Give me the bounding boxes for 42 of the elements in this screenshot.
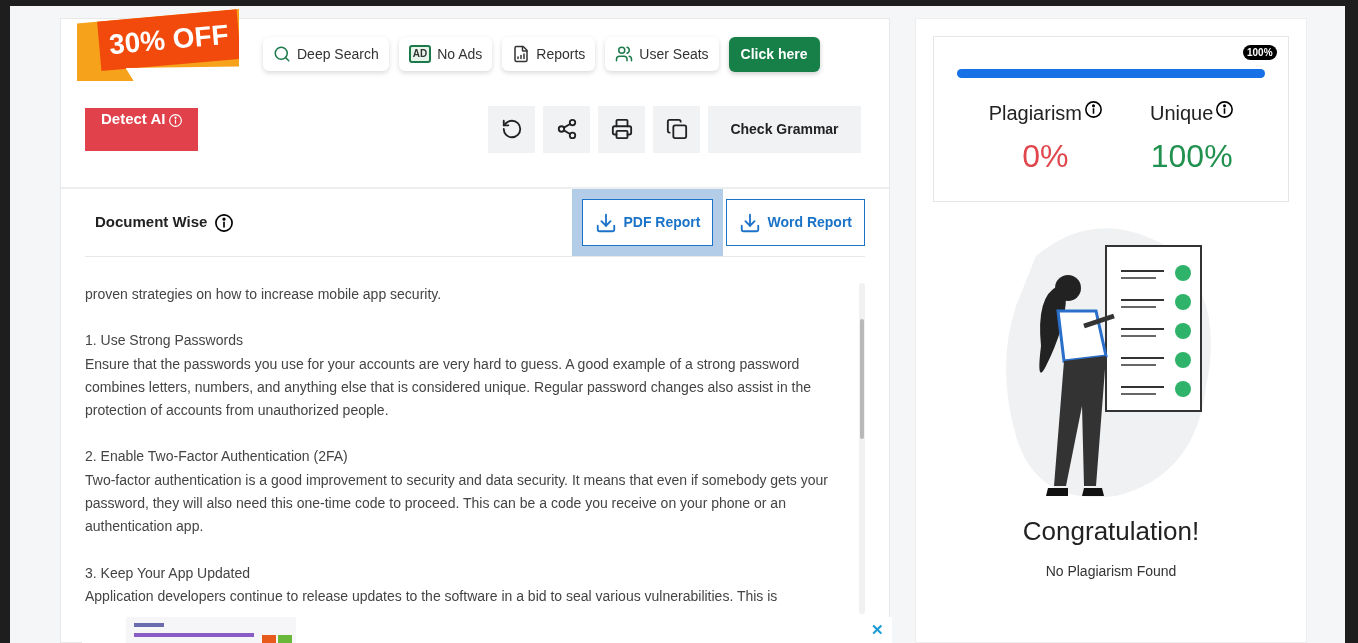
discount-ribbon[interactable]: 30% OFF bbox=[77, 9, 239, 81]
congratulation-heading: Congratulation! bbox=[1022, 515, 1200, 548]
feature-button[interactable]: User Seats bbox=[605, 37, 719, 71]
stat-label: Unique bbox=[1150, 101, 1214, 126]
download-icon bbox=[595, 211, 618, 234]
info-icon bbox=[1085, 101, 1102, 118]
tool-button[interactable] bbox=[598, 105, 645, 153]
result-message: No Plagiarism Found bbox=[1045, 562, 1177, 581]
tool-button[interactable] bbox=[653, 105, 700, 153]
scrollbar-thumb[interactable] bbox=[860, 319, 864, 439]
ad-icon: AD bbox=[408, 45, 432, 63]
tool-button[interactable] bbox=[488, 105, 535, 153]
document-paragraph: proven strategies on how to increase mobile app security. bbox=[85, 285, 443, 304]
copy-icon bbox=[665, 118, 688, 140]
stat-value: 100% bbox=[1150, 137, 1233, 176]
tool-button[interactable] bbox=[543, 105, 590, 153]
stat-label: Plagiarism bbox=[988, 101, 1082, 126]
document-paragraph: 3. Keep Your App Updated Application developers continue to release updates to the software in a bid to seal various vulnerabilities. This is bbox=[85, 563, 779, 606]
report-icon bbox=[512, 45, 531, 63]
document-title: Document Wise bbox=[95, 212, 208, 233]
info-icon bbox=[215, 213, 234, 232]
document-paragraph: 1. Use Strong Passwords Ensure that the passwords you use for your accounts are very hard to guess. A good example of a strong password combines letters, numbers, and anything else that is considered unique. Regular password changes also assist in the protection of accounts from unauthorized people. bbox=[85, 331, 813, 421]
click-here-button[interactable]: Click here bbox=[728, 37, 820, 72]
info-icon bbox=[1216, 101, 1234, 118]
reload-icon bbox=[500, 118, 523, 140]
feature-button[interactable]: Deep Search bbox=[263, 37, 389, 71]
print-icon bbox=[610, 118, 633, 140]
close-ad-button[interactable]: ✕ bbox=[871, 618, 884, 642]
feature-button[interactable]: Reports bbox=[502, 37, 596, 71]
share-icon bbox=[555, 118, 578, 140]
report-download-button[interactable]: PDF Report bbox=[572, 189, 724, 256]
users-icon bbox=[615, 45, 634, 63]
search-icon bbox=[273, 45, 291, 63]
info-icon bbox=[169, 113, 183, 127]
detect-ai-button[interactable]: Detect AI bbox=[85, 107, 199, 151]
feature-button[interactable]: AD No Ads bbox=[398, 37, 493, 71]
check-grammar-button[interactable]: Check Grammar bbox=[708, 105, 861, 153]
download-icon bbox=[739, 211, 762, 234]
report-download-button[interactable]: Word Report bbox=[726, 199, 865, 246]
progress-tooltip: 100% bbox=[1243, 45, 1277, 60]
document-paragraph: 2. Enable Two-Factor Authentication (2FA) Two-factor authentication is a good improvement to security and data security. It means that even if somebody gets your password, they will also need this one-time code to proceed. This can be a code you receive on your phone or an authentication app. bbox=[85, 447, 829, 537]
stat-value: 0% bbox=[1022, 137, 1069, 176]
